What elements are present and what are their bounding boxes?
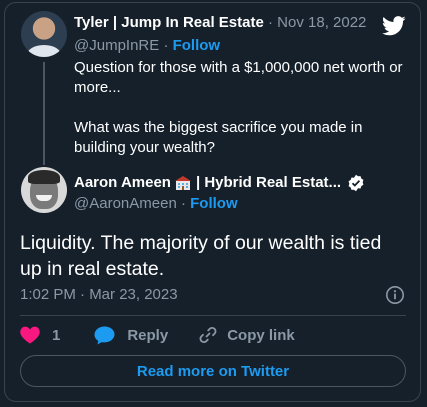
verified-badge-icon xyxy=(348,174,364,192)
main-follow-link[interactable]: Follow xyxy=(190,195,238,212)
twitter-bird-icon[interactable] xyxy=(382,16,406,36)
thread-connector-line xyxy=(43,62,45,165)
parent-text-paragraph: What was the biggest sacrifice you made … xyxy=(74,119,363,156)
speech-bubble-icon xyxy=(94,326,115,344)
parent-avatar[interactable] xyxy=(21,11,67,57)
parent-text-paragraph: Question for those with a $1,000,000 net… xyxy=(74,59,403,96)
copy-link-button[interactable]: Copy link xyxy=(198,325,295,345)
avatar-shirt xyxy=(27,45,61,57)
main-header: Aaron Ameen | Hybrid Real Estat... xyxy=(74,174,365,192)
separator-dot: · xyxy=(163,37,169,54)
main-avatar[interactable] xyxy=(21,167,67,213)
main-handle-row: @AaronAmeen · Follow xyxy=(74,195,238,213)
parent-handle-row: @JumpInRE · Follow xyxy=(74,37,220,55)
reply-label: Reply xyxy=(127,326,169,344)
parent-header: Tyler | Jump In Real Estate · Nov 18, 20… xyxy=(74,14,366,32)
main-display-name-suffix[interactable]: | Hybrid Real Estat... xyxy=(196,174,341,192)
main-handle[interactable]: @AaronAmeen xyxy=(74,195,177,212)
read-more-label: Read more on Twitter xyxy=(136,362,290,380)
tweet-timestamp: 1:02 PM · Mar 23, 2023 xyxy=(20,286,178,304)
building-emoji-icon xyxy=(174,176,191,190)
heart-icon xyxy=(20,326,40,344)
main-tweet-text: Liquidity. The majority of our wealth is… xyxy=(20,232,382,280)
avatar-hair xyxy=(28,170,60,184)
action-bar: 1 Reply Copy link xyxy=(20,324,295,346)
link-icon xyxy=(199,326,217,344)
parent-tweet-text: Question for those with a $1,000,000 net… xyxy=(74,58,404,158)
like-count: 1 xyxy=(52,326,61,344)
like-button[interactable]: 1 xyxy=(20,326,60,344)
parent-handle[interactable]: @JumpInRE xyxy=(74,37,159,54)
main-display-name[interactable]: Aaron Ameen xyxy=(74,174,171,192)
parent-date[interactable]: · Nov 18, 2022 xyxy=(268,14,366,31)
read-more-button[interactable]: Read more on Twitter xyxy=(20,355,406,387)
divider xyxy=(20,315,406,316)
parent-follow-link[interactable]: Follow xyxy=(173,37,221,54)
timestamp-link[interactable]: 1:02 PM · Mar 23, 2023 xyxy=(20,286,178,303)
copy-link-label: Copy link xyxy=(227,326,295,344)
reply-button[interactable]: Reply xyxy=(94,326,168,345)
separator-dot: · xyxy=(180,195,186,212)
info-icon[interactable] xyxy=(385,285,405,305)
parent-display-name[interactable]: Tyler | Jump In Real Estate xyxy=(74,14,264,31)
